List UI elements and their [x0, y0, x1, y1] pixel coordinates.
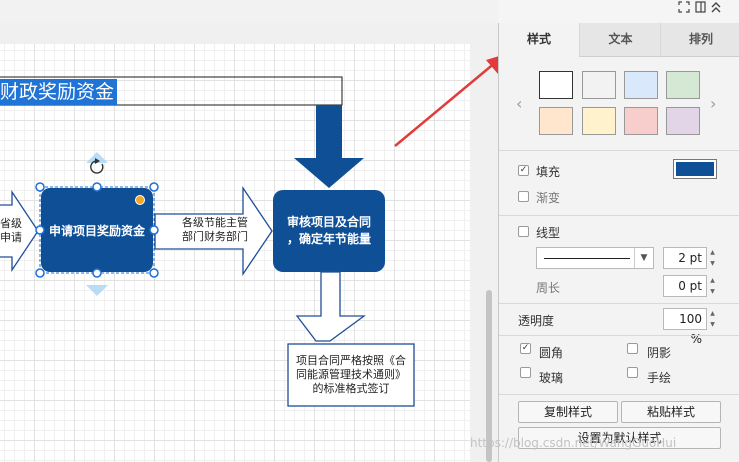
review-project-label[interactable]: 审核项目及合同 ，确定年节能量: [273, 190, 385, 272]
shadow-checkbox[interactable]: [627, 343, 638, 354]
line-label: 线型: [536, 226, 561, 240]
sketch-label: 手绘: [647, 371, 672, 385]
divider: [499, 303, 739, 304]
arrow-label-line: 部门财务部门: [182, 230, 248, 243]
review-label-line: ，确定年节能量: [286, 232, 371, 246]
divider: [499, 335, 739, 336]
swatch-purple[interactable]: [666, 107, 700, 135]
sketch-checkbox[interactable]: [627, 367, 638, 378]
line-pattern-select[interactable]: ▼: [536, 247, 654, 269]
format-tabs: 样式 文本 排列: [499, 23, 739, 57]
left-partial-text: 省级 申请: [0, 217, 22, 245]
down-arrow-to-review[interactable]: [294, 105, 364, 188]
glass-checkbox[interactable]: [520, 367, 531, 378]
line-width-input[interactable]: 2 pt: [663, 247, 707, 269]
chevron-right-icon[interactable]: ›: [710, 94, 716, 113]
top-toolbar-icons: [678, 0, 738, 14]
watermark-text: https://blog.csdn.net/WangGuoHui: [470, 436, 677, 450]
left-text-line: 省级: [0, 217, 22, 230]
swatch-orange[interactable]: [539, 107, 573, 135]
divider: [499, 215, 739, 216]
swatch-gray[interactable]: [582, 71, 616, 99]
contract-label-line: 项目合同严格按照《合: [296, 354, 406, 367]
copy-style-button[interactable]: 复制样式: [518, 401, 618, 423]
fill-color-preview: [676, 162, 714, 176]
rounded-label: 圆角: [539, 346, 564, 360]
arrow-label-line: 各级节能主管: [182, 216, 248, 229]
swatch-red[interactable]: [624, 107, 658, 135]
format-panel: 样式 文本 排列 ‹ › ✓ 填充 渐变 线型 ▼ 2 pt ▲ ▼ 周长 0 p…: [498, 23, 739, 462]
apply-award-label[interactable]: 申请项目奖励资金: [41, 188, 153, 272]
fill-checkbox[interactable]: ✓: [518, 165, 529, 176]
swatch-green[interactable]: [666, 71, 700, 99]
annotation-arrow-icon: [394, 56, 498, 147]
perimeter-stepper-icon[interactable]: ▲ ▼: [708, 275, 717, 297]
left-text-line: 申请: [0, 231, 22, 244]
title-text[interactable]: 财政奖励资金: [0, 79, 118, 105]
gradient-label: 渐变: [536, 191, 561, 205]
line-pattern-preview: [544, 258, 630, 259]
down-arrow-to-contract[interactable]: [295, 271, 366, 342]
collapse-up-icon[interactable]: [711, 2, 721, 13]
swatch-yellow[interactable]: [582, 107, 616, 135]
swatch-blue[interactable]: [624, 71, 658, 99]
rounded-checkbox[interactable]: ✓: [520, 343, 531, 354]
divider: [499, 150, 739, 151]
contract-label-line: 同能源管理技术通则》: [296, 368, 406, 381]
tab-arrange[interactable]: 排列: [660, 23, 739, 57]
opacity-label: 透明度: [518, 314, 555, 328]
tab-style[interactable]: 样式: [499, 23, 579, 56]
opacity-stepper-icon[interactable]: ▲ ▼: [708, 308, 717, 330]
fill-color-button[interactable]: [673, 159, 717, 179]
gradient-checkbox[interactable]: [518, 191, 529, 202]
swatch-white[interactable]: [539, 71, 573, 99]
perimeter-input[interactable]: 0 pt: [663, 275, 707, 297]
line-checkbox[interactable]: [518, 226, 529, 237]
paste-style-button[interactable]: 粘贴样式: [621, 401, 721, 423]
diagram-canvas-area[interactable]: 财政奖励资金 省级 申请 申请项目奖励资金 各级节能主管 部门财务部门 审核项目…: [0, 0, 498, 462]
opacity-input[interactable]: 100 %: [663, 308, 707, 346]
shadow-label: 阴影: [647, 346, 672, 360]
fullscreen-icon[interactable]: [678, 1, 690, 13]
panel-toggle-icon[interactable]: [695, 1, 706, 13]
tab-text[interactable]: 文本: [579, 23, 661, 57]
middle-arrow-label[interactable]: 各级节能主管 部门财务部门: [170, 216, 260, 244]
glass-label: 玻璃: [539, 371, 564, 385]
line-width-stepper-icon[interactable]: ▲ ▼: [708, 247, 717, 269]
divider: [499, 394, 739, 395]
contract-label-line: 的标准格式签订: [312, 382, 390, 395]
chevron-down-icon[interactable]: ▼: [634, 248, 653, 268]
fill-label: 填充: [536, 165, 561, 179]
review-label-line: 审核项目及合同: [286, 215, 371, 229]
hover-arrow-down-icon[interactable]: [86, 285, 108, 296]
perimeter-label: 周长: [536, 281, 561, 295]
chevron-left-icon[interactable]: ‹: [516, 94, 522, 113]
contract-label[interactable]: 项目合同严格按照《合 同能源管理技术通则》 的标准格式签订: [288, 345, 414, 405]
